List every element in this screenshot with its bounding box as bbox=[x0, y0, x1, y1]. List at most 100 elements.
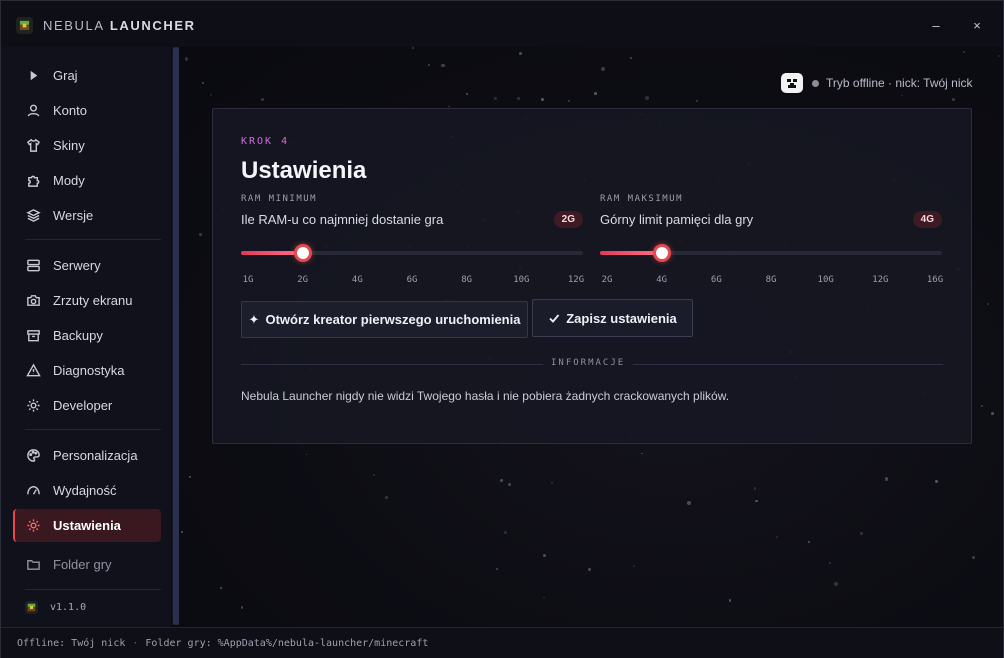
star bbox=[209, 94, 212, 96]
grass-block-icon bbox=[25, 601, 38, 614]
play-icon bbox=[25, 68, 41, 84]
sidebar-item-mody[interactable]: Mody bbox=[13, 164, 161, 197]
save-settings-button[interactable]: Zapisz ustawienia bbox=[532, 299, 693, 337]
ram-min-label: RAM MINIMUM bbox=[241, 194, 318, 204]
sidebar-item-personalizacja[interactable]: Personalizacja bbox=[13, 439, 161, 472]
star bbox=[952, 98, 956, 102]
open-wizard-label: Otwórz kreator pierwszego uruchomienia bbox=[265, 312, 521, 327]
sidebar-item-zrzuty[interactable]: Zrzuty ekranu bbox=[13, 284, 161, 317]
star bbox=[189, 476, 192, 479]
tick-label: 10G bbox=[817, 275, 834, 285]
status-dot bbox=[812, 79, 819, 87]
star bbox=[567, 100, 570, 103]
star bbox=[181, 530, 184, 533]
sidebar: Graj Konto Skiny Mody Wersje Serwery Zrz… bbox=[1, 47, 171, 627]
star bbox=[466, 92, 469, 96]
puzzle-icon bbox=[25, 173, 41, 189]
star bbox=[540, 98, 544, 102]
star bbox=[645, 95, 649, 100]
star bbox=[441, 63, 445, 67]
star bbox=[550, 482, 553, 485]
tick-label: 10G bbox=[513, 275, 530, 285]
sidebar-item-folder-gry[interactable]: Folder gry bbox=[13, 548, 161, 581]
ram-min-slider-track[interactable] bbox=[241, 251, 583, 255]
star bbox=[305, 453, 308, 456]
sidebar-item-wydajnosc[interactable]: Wydajność bbox=[13, 474, 161, 507]
ram-max-slider-track[interactable] bbox=[600, 251, 942, 255]
sidebar-item-wersje[interactable]: Wersje bbox=[13, 199, 161, 232]
step-label: KROK 4 bbox=[241, 136, 290, 147]
archive-icon bbox=[25, 328, 41, 344]
tick-label: 1G bbox=[242, 275, 254, 285]
footer-separator: · bbox=[132, 637, 139, 649]
sidebar-item-label: Wersje bbox=[53, 208, 94, 223]
star bbox=[185, 57, 189, 61]
star bbox=[508, 483, 512, 487]
tick-label: 12G bbox=[872, 275, 889, 285]
star bbox=[695, 99, 699, 102]
sidebar-scrollbar[interactable] bbox=[172, 47, 179, 625]
info-text: Nebula Launcher nigdy nie widzi Twojego … bbox=[241, 389, 730, 403]
star bbox=[833, 582, 838, 586]
star bbox=[411, 47, 415, 50]
star bbox=[901, 94, 904, 97]
sidebar-item-konto[interactable]: Konto bbox=[13, 94, 161, 127]
grass-block-icon bbox=[16, 17, 33, 34]
star bbox=[220, 586, 222, 589]
star bbox=[494, 97, 498, 101]
sidebar-item-backupy[interactable]: Backupy bbox=[13, 319, 161, 352]
sidebar-item-serwery[interactable]: Serwery bbox=[13, 249, 161, 282]
star bbox=[728, 599, 732, 603]
sidebar-divider bbox=[25, 239, 161, 240]
shirt-icon bbox=[25, 138, 41, 154]
tick-label: 6G bbox=[710, 275, 722, 285]
sidebar-item-ustawienia[interactable]: Ustawienia bbox=[13, 509, 161, 542]
sidebar-divider bbox=[25, 589, 161, 590]
star bbox=[629, 56, 633, 60]
title-bar: NEBULA LAUNCHER – × bbox=[1, 1, 1003, 47]
info-divider: INFORMACJE bbox=[241, 357, 943, 371]
status-text: Tryb offline · nick: Twój nick bbox=[826, 76, 973, 90]
launcher-window: NEBULA LAUNCHER – × Graj Konto Skiny Mod… bbox=[0, 0, 1004, 658]
star bbox=[198, 233, 202, 236]
star bbox=[201, 81, 204, 85]
palette-icon bbox=[25, 448, 41, 464]
sidebar-item-skiny[interactable]: Skiny bbox=[13, 129, 161, 162]
star bbox=[776, 536, 779, 539]
star bbox=[594, 92, 597, 95]
star bbox=[987, 303, 990, 306]
minimize-button[interactable]: – bbox=[916, 11, 956, 39]
ram-max-description: Górny limit pamięci dla gry bbox=[600, 212, 754, 227]
skin-face-icon bbox=[781, 73, 803, 93]
star bbox=[963, 51, 966, 54]
footer-folder-text: Folder gry: %AppData%/nebula-launcher/mi… bbox=[145, 637, 429, 649]
sidebar-divider bbox=[25, 429, 161, 430]
settings-sun-icon bbox=[25, 518, 41, 534]
status-bar: Offline: Twój nick · Folder gry: %AppDat… bbox=[1, 627, 1003, 658]
star bbox=[981, 405, 983, 407]
sidebar-item-label: Skiny bbox=[53, 138, 85, 153]
sidebar-item-label: Graj bbox=[53, 68, 78, 83]
sidebar-item-label: Konto bbox=[53, 103, 87, 118]
star bbox=[240, 606, 244, 609]
star bbox=[519, 51, 522, 55]
ram-max-slider-handle[interactable] bbox=[652, 244, 671, 262]
camera-icon bbox=[25, 293, 41, 309]
star bbox=[632, 564, 636, 568]
tick-label: 6G bbox=[406, 275, 418, 285]
check-icon bbox=[548, 312, 560, 324]
star bbox=[543, 554, 546, 558]
sidebar-item-diagnostyka[interactable]: Diagnostyka bbox=[13, 354, 161, 387]
star bbox=[600, 67, 605, 72]
sidebar-item-label: Folder gry bbox=[53, 557, 112, 572]
open-wizard-button[interactable]: ✦ Otwórz kreator pierwszego uruchomienia bbox=[241, 301, 528, 338]
star bbox=[373, 474, 376, 477]
sidebar-item-developer[interactable]: Developer bbox=[13, 389, 161, 422]
divider-line bbox=[241, 364, 543, 365]
sidebar-item-label: Developer bbox=[53, 398, 113, 413]
ram-min-slider-handle[interactable] bbox=[293, 244, 312, 262]
star bbox=[516, 96, 521, 101]
version-label: v1.1.0 bbox=[50, 602, 87, 613]
close-button[interactable]: × bbox=[957, 11, 997, 39]
sidebar-item-graj[interactable]: Graj bbox=[13, 59, 161, 92]
